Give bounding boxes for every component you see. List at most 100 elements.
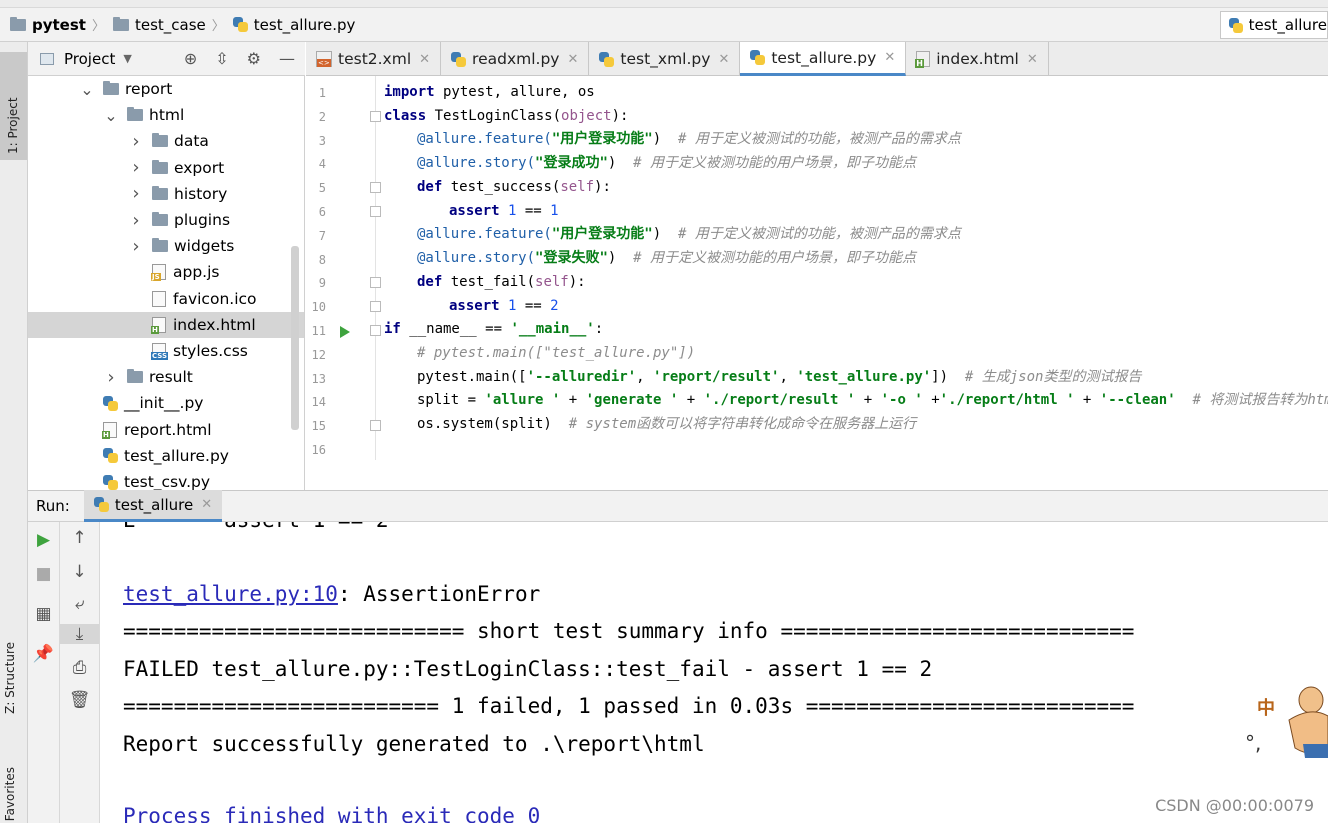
tab-test-allure-py[interactable]: test_allure.py ✕ xyxy=(740,42,907,76)
chevron-right-icon[interactable]: › xyxy=(128,210,144,231)
breadcrumb-folder[interactable]: test_case 〉 xyxy=(112,15,233,34)
tree-item[interactable]: › result xyxy=(28,364,304,390)
tree-item[interactable]: CSS styles.css xyxy=(28,338,304,364)
fold-marker[interactable] xyxy=(370,420,381,432)
line-number: 3 xyxy=(318,133,326,148)
console-line-summary: =========================== short test s… xyxy=(123,619,1135,643)
tree-item[interactable]: favicon.ico xyxy=(28,286,304,312)
tree-item[interactable]: test_allure.py xyxy=(28,443,304,469)
tree-item[interactable]: Hreport.html xyxy=(28,417,304,443)
console-file-link[interactable]: test_allure.py:10 xyxy=(123,582,338,606)
fold-marker[interactable] xyxy=(370,182,381,194)
tree-item-label: favicon.ico xyxy=(173,289,257,308)
fold-marker[interactable] xyxy=(370,325,381,336)
code-line-6: assert 1 == 1 xyxy=(449,203,559,219)
close-icon[interactable]: ✕ xyxy=(201,497,212,512)
line-number: 9 xyxy=(318,276,326,291)
run-tool-header: Run: test_allure ✕ xyxy=(28,490,1328,522)
chevron-right-icon[interactable]: › xyxy=(128,236,144,257)
console-line-result: ========================= 1 failed, 1 pa… xyxy=(123,694,1135,718)
trash-icon[interactable]: 🗑 xyxy=(60,690,99,710)
structure-tool-tab[interactable]: Z: Structure xyxy=(3,642,17,714)
rerun-icon[interactable]: ▶ xyxy=(28,530,59,550)
editor-gutter: 1 2 3 4 5 6 7 8 9 10 11 12 13 14 15 16 xyxy=(306,76,381,460)
locate-icon[interactable]: ⊕ xyxy=(184,49,197,68)
close-icon[interactable]: ✕ xyxy=(567,52,578,67)
close-icon[interactable]: ✕ xyxy=(419,52,430,67)
chevron-right-icon[interactable]: › xyxy=(103,367,119,388)
collapse-all-icon[interactable]: ⇳ xyxy=(215,49,228,68)
tree-item[interactable]: test_csv.py xyxy=(28,469,304,490)
up-arrow-icon[interactable]: ↑ xyxy=(60,528,99,548)
console-output[interactable]: E assert 1 == 2 test_allure.py:10: Asser… xyxy=(100,522,1328,823)
fold-marker[interactable] xyxy=(370,110,381,122)
code-editor[interactable]: import pytest, allure, os class TestLogi… xyxy=(384,76,1328,460)
chevron-right-icon[interactable]: › xyxy=(128,157,144,178)
run-tab[interactable]: test_allure ✕ xyxy=(83,490,223,522)
tab-test2-xml[interactable]: test2.xml ✕ xyxy=(306,42,442,76)
soft-wrap-icon[interactable]: ⤶ xyxy=(60,594,99,614)
line-number: 7 xyxy=(318,228,326,243)
fold-marker[interactable] xyxy=(370,277,381,289)
code-line-3: @allure.feature("用户登录功能") # 用于定义被测试的功能，被… xyxy=(417,131,961,147)
print-icon[interactable]: ⎙ xyxy=(60,658,99,678)
tree-item[interactable]: › export xyxy=(28,155,304,181)
python-file-icon xyxy=(232,17,248,32)
python-file-icon xyxy=(103,448,118,464)
chevron-down-icon[interactable]: ⌄ xyxy=(103,106,119,125)
folder-icon xyxy=(103,81,119,95)
tree-item-label: report.html xyxy=(124,420,212,439)
line-number: 14 xyxy=(311,395,326,410)
code-line-5: def test_success(self): xyxy=(417,179,611,195)
run-gutter-icon[interactable] xyxy=(340,326,350,338)
scroll-to-end-icon[interactable]: ⤓ xyxy=(60,624,99,644)
tab-index-html[interactable]: index.html ✕ xyxy=(906,42,1049,76)
line-number: 10 xyxy=(311,300,326,315)
pin-icon[interactable]: 📌 xyxy=(28,644,59,664)
hide-icon[interactable]: — xyxy=(279,49,295,68)
tree-item[interactable]: › history xyxy=(28,181,304,207)
html-file-icon: H xyxy=(151,316,166,334)
code-line-9: def test_fail(self): xyxy=(417,274,586,290)
watermark: CSDN @00:00:0079 xyxy=(1155,796,1314,815)
fold-marker[interactable] xyxy=(370,301,381,313)
python-file-icon xyxy=(93,497,109,512)
folder-icon xyxy=(10,16,26,31)
breadcrumb-file[interactable]: test_allure.py xyxy=(232,16,355,34)
chevron-down-icon[interactable]: ⌄ xyxy=(79,80,95,99)
chevron-right-icon[interactable]: › xyxy=(128,183,144,204)
tree-item[interactable]: Hindex.html xyxy=(28,311,304,338)
close-icon[interactable]: ✕ xyxy=(718,52,729,67)
tab-readxml-py[interactable]: readxml.py ✕ xyxy=(441,42,590,76)
tree-item[interactable]: › data xyxy=(28,128,304,154)
code-line-2: class TestLoginClass(object): xyxy=(384,108,629,124)
gear-icon[interactable]: ⚙ xyxy=(247,49,261,68)
tree-item-label: history xyxy=(174,184,228,203)
chevron-right-icon[interactable]: › xyxy=(128,131,144,152)
tree-scrollbar[interactable] xyxy=(291,246,299,430)
code-line-13: pytest.main(['--alluredir', 'report/resu… xyxy=(417,369,1142,385)
favorites-tool-tab[interactable]: Favorites xyxy=(3,767,17,821)
tree-item[interactable]: ⌄ report xyxy=(28,76,304,102)
tree-item[interactable]: › widgets xyxy=(28,233,304,259)
breadcrumb-project[interactable]: pytest 〉 xyxy=(10,15,113,34)
code-line-7: @allure.feature("用户登录功能") # 用于定义被测试的功能，被… xyxy=(417,226,961,242)
tree-item[interactable]: __init__.py xyxy=(28,390,304,416)
tree-item[interactable]: JS app.js xyxy=(28,259,304,285)
python-file-icon xyxy=(103,395,118,411)
tree-item[interactable]: › plugins xyxy=(28,207,304,233)
tree-item[interactable]: ⌄ html xyxy=(28,102,304,128)
down-arrow-icon[interactable]: ↓ xyxy=(60,562,99,582)
stop-icon[interactable]: ■ xyxy=(28,564,59,584)
run-configuration-select[interactable]: test_allure xyxy=(1220,11,1328,39)
close-icon[interactable]: ✕ xyxy=(884,50,895,65)
fold-marker[interactable] xyxy=(370,206,381,217)
chevron-down-icon[interactable]: ▼ xyxy=(123,52,131,65)
tab-test-xml-py[interactable]: test_xml.py ✕ xyxy=(589,42,741,76)
project-view-icon xyxy=(40,52,54,65)
project-view-dropdown[interactable]: Project xyxy=(64,50,115,68)
project-tool-tab[interactable]: 1: Project xyxy=(0,52,27,160)
run-toolbar-primary: ▶ ■ ▦ 📌 xyxy=(28,522,60,823)
close-icon[interactable]: ✕ xyxy=(1027,52,1038,67)
layout-icon[interactable]: ▦ xyxy=(28,604,59,624)
